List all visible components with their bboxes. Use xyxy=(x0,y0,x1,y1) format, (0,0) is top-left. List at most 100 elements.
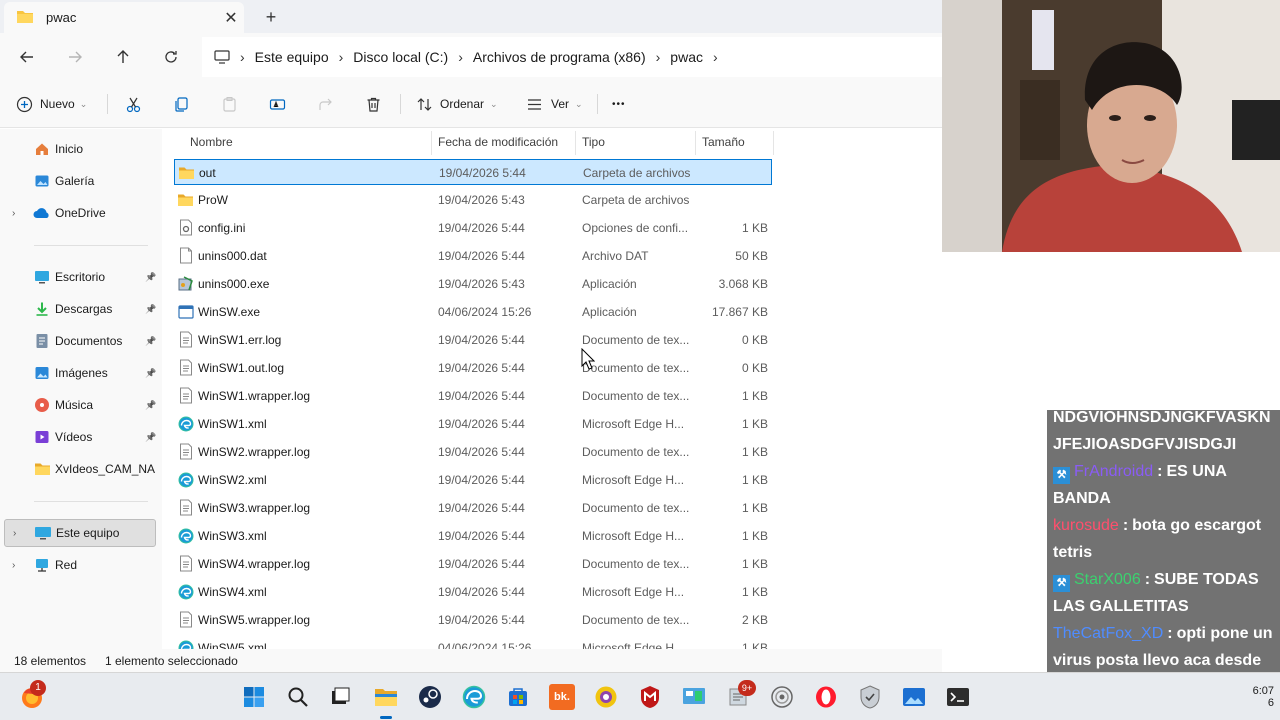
file-row[interactable]: WinSW5.xml 04/06/2024 15:26 Microsoft Edge… xyxy=(174,635,772,649)
column-header-date[interactable]: Fecha de modificación xyxy=(438,129,558,155)
file-row[interactable]: WinSW4.xml 19/04/2026 5:44 Microsoft Edge … xyxy=(174,579,772,605)
system-clock[interactable]: 6:07 6 xyxy=(1238,673,1274,720)
trash-icon xyxy=(367,97,380,112)
cut-button[interactable] xyxy=(125,90,142,118)
edge-icon xyxy=(177,527,194,544)
refresh-icon[interactable] xyxy=(157,43,185,71)
mcafee-icon[interactable] xyxy=(634,681,666,713)
breadcrumb-este-equipo[interactable]: Este equipo xyxy=(245,49,339,65)
file-row[interactable]: WinSW1.err.log 19/04/2026 5:44 Documento d… xyxy=(174,327,772,353)
breadcrumb-pwac[interactable]: pwac xyxy=(660,49,713,65)
expand-chevron-icon[interactable]: › xyxy=(13,528,16,539)
share-button[interactable] xyxy=(317,90,334,118)
file-size: 1 KB xyxy=(741,557,768,571)
view-button[interactable]: Ver ⌄ xyxy=(526,90,583,118)
bk-icon[interactable]: bk. xyxy=(546,681,578,713)
tab-pwac[interactable]: pwac ✕ xyxy=(4,2,244,33)
sidebar-item-descargas[interactable]: Descargas 📌 xyxy=(4,295,156,323)
file-row[interactable]: WinSW2.xml 19/04/2026 5:44 Microsoft Edge … xyxy=(174,467,772,493)
control-panel-icon[interactable] xyxy=(678,681,710,713)
pin-icon: 📌 xyxy=(145,303,156,314)
file-size: 1 KB xyxy=(741,445,768,459)
chat-username: FrAndroidd xyxy=(1074,463,1154,480)
column-header-name[interactable]: Nombre xyxy=(190,129,233,155)
new-tab-button[interactable]: + xyxy=(258,4,284,30)
file-row[interactable]: WinSW1.out.log 19/04/2026 5:44 Documento d… xyxy=(174,355,772,381)
search-icon[interactable] xyxy=(282,681,314,713)
store-icon[interactable] xyxy=(502,681,534,713)
delete-button[interactable] xyxy=(365,90,382,118)
file-row[interactable]: unins000.exe 19/04/2026 5:43 Aplicación 3.0… xyxy=(174,271,772,297)
copy-icon xyxy=(175,96,188,112)
sidebar-item-red[interactable]: › Red xyxy=(4,551,156,579)
file-name: WinSW5.xml xyxy=(198,641,267,649)
file-row[interactable]: WinSW5.wrapper.log 19/04/2026 5:44 Documen… xyxy=(174,607,772,633)
browser-icon[interactable] xyxy=(590,681,622,713)
sidebar-item-label: Música xyxy=(55,398,94,412)
chat-message: NDGVIOHNSDJNGKFVASKN JFEJIOASDGFVJISDGJI xyxy=(1053,410,1274,458)
file-type: Documento de tex... xyxy=(582,445,690,459)
sidebar-item-documentos[interactable]: Documentos 📌 xyxy=(4,327,156,355)
edge-icon[interactable] xyxy=(458,681,490,713)
security-icon[interactable] xyxy=(854,681,886,713)
column-divider[interactable] xyxy=(773,131,774,155)
sidebar-item-onedrive[interactable]: › OneDrive xyxy=(4,199,156,227)
file-explorer-icon[interactable] xyxy=(370,681,402,719)
new-button[interactable]: Nuevo ⌄ xyxy=(16,90,87,118)
divider xyxy=(400,94,401,114)
sidebar-item-escritorio[interactable]: Escritorio 📌 xyxy=(4,263,156,291)
file-row[interactable]: WinSW1.xml 19/04/2026 5:44 Microsoft Edge … xyxy=(174,411,772,437)
file-row[interactable]: WinSW4.wrapper.log 19/04/2026 5:44 Documen… xyxy=(174,551,772,577)
file-row[interactable]: out 19/04/2026 5:44 Carpeta de archivos xyxy=(174,159,772,185)
file-row[interactable]: WinSW1.wrapper.log 19/04/2026 5:44 Documen… xyxy=(174,383,772,409)
sidebar-item-este-equipo[interactable]: › Este equipo xyxy=(4,519,156,547)
paste-button[interactable] xyxy=(221,90,238,118)
start-icon[interactable] xyxy=(238,681,270,713)
file-date: 19/04/2026 5:43 xyxy=(438,277,525,291)
file-date: 04/06/2024 15:26 xyxy=(438,641,532,649)
sidebar-item-xvideos-cam-naif[interactable]: XvIdeos_CAM_NAIF xyxy=(4,455,156,483)
documents-icon xyxy=(33,332,51,350)
expand-chevron-icon[interactable]: › xyxy=(12,208,15,219)
obs-icon[interactable] xyxy=(766,681,798,713)
sidebar-item-galer-a[interactable]: Galería xyxy=(4,167,156,195)
file-row[interactable]: WinSW3.xml 19/04/2026 5:44 Microsoft Edge … xyxy=(174,523,772,549)
file-name: unins000.exe xyxy=(198,277,270,291)
pin-icon: 📌 xyxy=(145,335,156,346)
expand-chevron-icon[interactable]: › xyxy=(12,560,15,571)
file-row[interactable]: unins000.dat 19/04/2026 5:44 Archivo DAT 50… xyxy=(174,243,772,269)
close-tab-icon[interactable]: ✕ xyxy=(218,5,244,31)
breadcrumb-disco-local[interactable]: Disco local (C:) xyxy=(343,49,458,65)
column-divider[interactable] xyxy=(575,131,576,155)
sidebar-item-v-deos[interactable]: Vídeos 📌 xyxy=(4,423,156,451)
more-options-icon[interactable]: ••• xyxy=(612,90,626,118)
file-row[interactable]: WinSW.exe 04/06/2024 15:26 Aplicación 17.86… xyxy=(174,299,772,325)
terminal-icon[interactable] xyxy=(942,681,974,713)
opera-icon[interactable] xyxy=(810,681,842,713)
file-row[interactable]: config.ini 19/04/2026 5:44 Opciones de con… xyxy=(174,215,772,241)
up-arrow-icon[interactable] xyxy=(109,43,137,71)
steam-icon[interactable] xyxy=(414,681,446,713)
file-row[interactable]: ProW 19/04/2026 5:43 Carpeta de archivos xyxy=(174,187,772,213)
column-divider[interactable] xyxy=(431,131,432,155)
task-view-icon[interactable] xyxy=(324,681,356,713)
forward-arrow-icon[interactable] xyxy=(61,43,89,71)
photos-icon[interactable] xyxy=(898,681,930,713)
sidebar-item-m-sica[interactable]: Música 📌 xyxy=(4,391,156,419)
breadcrumb-archivos-programa[interactable]: Archivos de programa (x86) xyxy=(463,49,656,65)
sort-button[interactable]: Ordenar ⌄ xyxy=(416,90,498,118)
file-date: 19/04/2026 5:44 xyxy=(438,249,525,263)
back-arrow-icon[interactable] xyxy=(13,43,41,71)
copy-button[interactable] xyxy=(173,90,190,118)
address-bar[interactable]: › Este equipo › Disco local (C:) › Archi… xyxy=(202,37,942,77)
column-header-size[interactable]: Tamaño xyxy=(702,129,745,155)
file-row[interactable]: WinSW3.wrapper.log 19/04/2026 5:44 Documen… xyxy=(174,495,772,521)
column-header-type[interactable]: Tipo xyxy=(582,129,605,155)
sidebar-item-im-genes[interactable]: Imágenes 📌 xyxy=(4,359,156,387)
file-list: Nombre ⌃ Fecha de modificación Tipo Tama… xyxy=(162,129,942,649)
file-type: Microsoft Edge H... xyxy=(582,473,685,487)
file-row[interactable]: WinSW2.wrapper.log 19/04/2026 5:44 Documen… xyxy=(174,439,772,465)
column-divider[interactable] xyxy=(695,131,696,155)
sidebar-item-inicio[interactable]: Inicio xyxy=(4,135,156,163)
rename-button[interactable] xyxy=(269,90,286,118)
